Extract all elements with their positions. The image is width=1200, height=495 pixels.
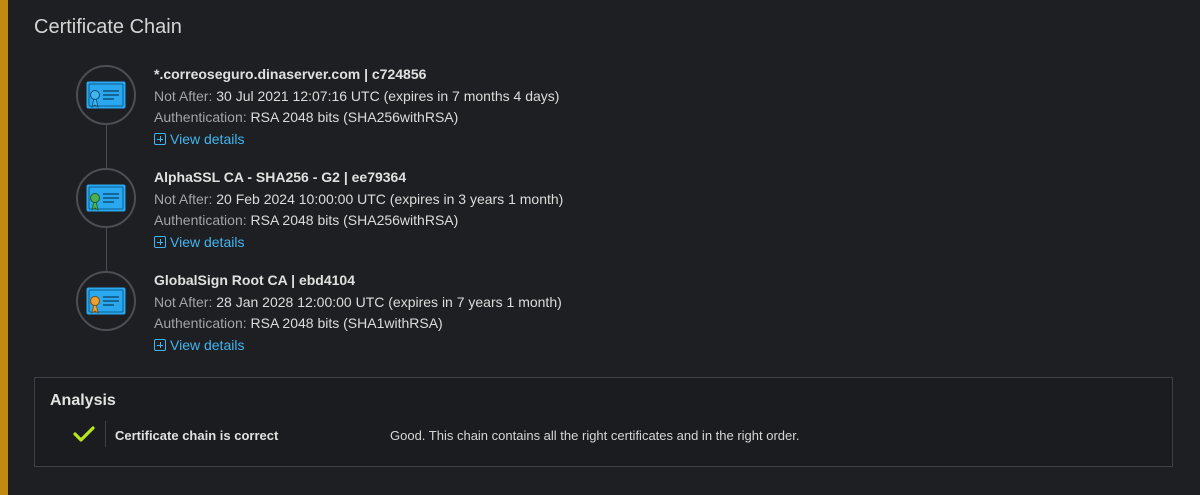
analysis-title: Analysis [50,392,116,409]
view-details-label: View details [170,130,245,147]
authentication-value: RSA 2048 bits (SHA256withRSA) [250,212,459,228]
certificate-name: GlobalSign Root CA | ebd4104 [154,272,355,288]
certificate-chain: *.correoseguro.dinaserver.com | c724856 … [0,0,1200,370]
not-after-label: Not After: [154,87,213,104]
authentication-label: Authentication: [154,109,247,125]
authentication-value: RSA 2048 bits (SHA256withRSA) [250,109,459,125]
view-details-link[interactable]: View details [154,129,244,151]
view-details-label: View details [170,233,245,250]
authentication-label: Authentication: [154,315,247,331]
expand-plus-icon [154,133,166,146]
certificate-icon [76,65,136,125]
certificate-details-2: GlobalSign Root CA | ebd4104 Not After: … [154,270,562,358]
view-details-link[interactable]: View details [154,335,244,357]
chain-connector [106,228,107,276]
expand-plus-icon [154,236,166,249]
not-after-value: 30 Jul 2021 12:07:16 UTC (expires in 7 m… [216,87,560,104]
view-details-link[interactable]: View details [154,232,244,254]
view-details-label: View details [170,336,245,353]
analysis-divider [105,421,106,447]
certificate-name: *.correoseguro.dinaserver.com | c724856 [154,66,427,82]
certificate-details-0: *.correoseguro.dinaserver.com | c724856 … [154,64,559,152]
authentication-label: Authentication: [154,212,247,228]
checkmark-icon [73,426,95,442]
not-after-value: 28 Jan 2028 12:00:00 UTC (expires in 7 y… [216,293,562,310]
analysis-item-label: Certificate chain is correct [115,428,279,443]
not-after-label: Not After: [154,293,213,310]
analysis-item-description: Good. This chain contains all the right … [390,428,800,443]
analysis-panel: Analysis Certificate chain is correct Go… [34,377,1173,467]
certificate-icon [76,271,136,331]
not-after-value: 20 Feb 2024 10:00:00 UTC (expires in 3 y… [216,190,564,207]
certificate-icon [76,168,136,228]
authentication-value: RSA 2048 bits (SHA1withRSA) [250,315,443,331]
not-after-label: Not After: [154,190,213,207]
certificate-name: AlphaSSL CA - SHA256 - G2 | ee79364 [154,169,407,185]
chain-connector [106,125,107,173]
certificate-card-svg [86,287,126,315]
expand-plus-icon [154,339,166,352]
certificate-details-1: AlphaSSL CA - SHA256 - G2 | ee79364 Not … [154,167,563,255]
certificate-card-svg [86,81,126,109]
certificate-card-svg [86,184,126,212]
